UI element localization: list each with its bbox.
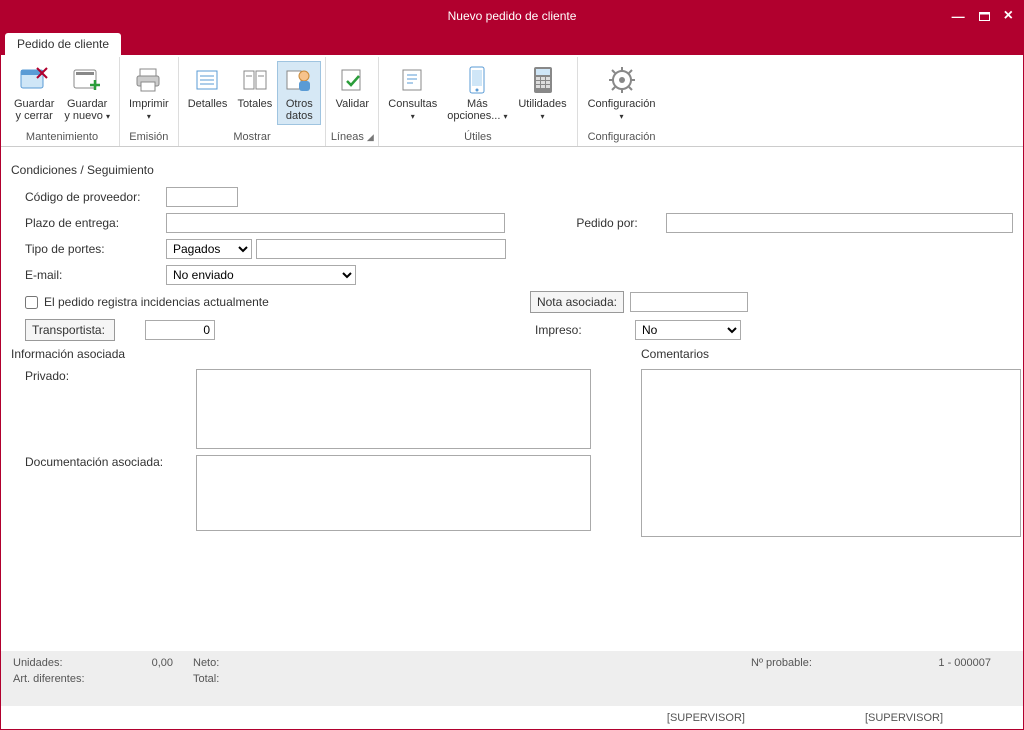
nota-asociada-button[interactable]: Nota asociada: — [530, 291, 624, 313]
value-unidades: 0,00 — [103, 657, 173, 669]
label-codigo-proveedor: Código de proveedor: — [11, 190, 166, 204]
guardar-cerrar-button[interactable]: Guardar y cerrar — [9, 61, 59, 125]
totals-icon — [239, 64, 271, 96]
maximize-icon[interactable] — [979, 12, 990, 21]
gear-icon — [606, 64, 638, 96]
utilidades-button[interactable]: Utilidades▾ — [513, 61, 573, 126]
pedido-por-input[interactable] — [666, 213, 1013, 233]
consultas-button[interactable]: Consultas▾ — [383, 61, 442, 126]
section-comentarios: Comentarios — [641, 347, 1021, 361]
supervisor-left: [SUPERVISOR] — [667, 712, 745, 724]
tab-pedido-cliente[interactable]: Pedido de cliente — [5, 33, 121, 55]
ribbon-group-mostrar: Detalles Totales Otros datos Mostrar — [179, 57, 327, 146]
footer: [SUPERVISOR] [SUPERVISOR] — [1, 705, 1023, 729]
detalles-button[interactable]: Detalles — [183, 61, 233, 113]
lineas-dialog-launcher-icon[interactable]: ◢ — [367, 132, 374, 142]
supervisor-right: [SUPERVISOR] — [865, 712, 943, 724]
label-n-probable: Nº probable: — [751, 657, 851, 669]
label-unidades: Unidades: — [13, 657, 103, 669]
minimize-icon[interactable]: — — [952, 10, 965, 23]
save-close-icon — [18, 64, 50, 96]
label-tipo-portes: Tipo de portes: — [11, 242, 166, 256]
section-condiciones: Condiciones / Seguimiento — [11, 163, 1013, 177]
imprimir-button[interactable]: Imprimir▾ — [124, 61, 174, 126]
details-icon — [192, 64, 224, 96]
titlebar: Nuevo pedido de cliente — × — [1, 1, 1023, 31]
ribbon-group-configuracion: Configuración▾ Configuración — [578, 57, 666, 146]
comentarios-textarea[interactable] — [641, 369, 1021, 537]
tipo-portes-select[interactable]: Pagados — [166, 239, 252, 259]
value-art-diferentes — [103, 673, 173, 685]
transportista-button[interactable]: Transportista: — [25, 319, 115, 341]
queries-icon — [397, 64, 429, 96]
totales-button[interactable]: Totales — [232, 61, 277, 113]
label-pedido-por: Pedido por: — [576, 216, 666, 230]
guardar-nuevo-button[interactable]: Guardar y nuevo ▾ — [59, 61, 115, 126]
nota-asociada-input[interactable] — [630, 292, 748, 312]
email-select[interactable]: No enviado — [166, 265, 356, 285]
label-art-diferentes: Art. diferentes: — [13, 673, 103, 685]
ribbon: Guardar y cerrar Guardar y nuevo ▾ Mante… — [1, 55, 1023, 147]
value-n-probable: 1 - 000007 — [851, 657, 991, 669]
configuracion-button[interactable]: Configuración▾ — [582, 61, 662, 126]
ribbon-group-utiles: Consultas▾ Más opciones... ▾ Utilidades▾… — [379, 57, 577, 146]
tipo-portes-extra-input[interactable] — [256, 239, 506, 259]
tabstrip: Pedido de cliente — [1, 31, 1023, 55]
privado-textarea[interactable] — [196, 369, 591, 449]
other-data-icon — [283, 64, 315, 96]
plazo-entrega-input[interactable] — [166, 213, 505, 233]
calculator-icon — [527, 64, 559, 96]
label-email: E-mail: — [11, 268, 166, 282]
label-total: Total: — [193, 673, 283, 685]
validar-button[interactable]: Validar — [330, 61, 374, 113]
ribbon-group-emision: Imprimir▾ Emisión — [120, 57, 179, 146]
close-icon[interactable]: × — [1004, 8, 1013, 24]
validate-icon — [336, 64, 368, 96]
form-area: Condiciones / Seguimiento Código de prov… — [1, 147, 1023, 651]
ribbon-group-mantenimiento: Guardar y cerrar Guardar y nuevo ▾ Mante… — [5, 57, 120, 146]
label-impreso: Impreso: — [535, 323, 635, 337]
window-title: Nuevo pedido de cliente — [448, 9, 577, 23]
statusbar: Unidades: 0,00 Art. diferentes: Neto: To… — [1, 651, 1023, 705]
phone-icon — [461, 64, 493, 96]
print-icon — [133, 64, 165, 96]
incidencias-checkbox-input[interactable] — [25, 296, 38, 309]
section-info: Información asociada — [11, 347, 601, 361]
label-doc-asociada: Documentación asociada: — [11, 455, 196, 469]
label-plazo-entrega: Plazo de entrega: — [11, 216, 166, 230]
incidencias-checkbox[interactable]: El pedido registra incidencias actualmen… — [11, 295, 269, 309]
save-new-icon — [71, 64, 103, 96]
impreso-select[interactable]: No — [635, 320, 741, 340]
mas-opciones-button[interactable]: Más opciones... ▾ — [442, 61, 512, 126]
transportista-input[interactable] — [145, 320, 215, 340]
label-privado: Privado: — [11, 369, 196, 383]
otros-datos-button[interactable]: Otros datos — [277, 61, 321, 125]
doc-asociada-textarea[interactable] — [196, 455, 591, 531]
label-neto: Neto: — [193, 657, 283, 669]
ribbon-group-lineas: Validar Líneas◢ — [326, 57, 379, 146]
codigo-proveedor-input[interactable] — [166, 187, 238, 207]
